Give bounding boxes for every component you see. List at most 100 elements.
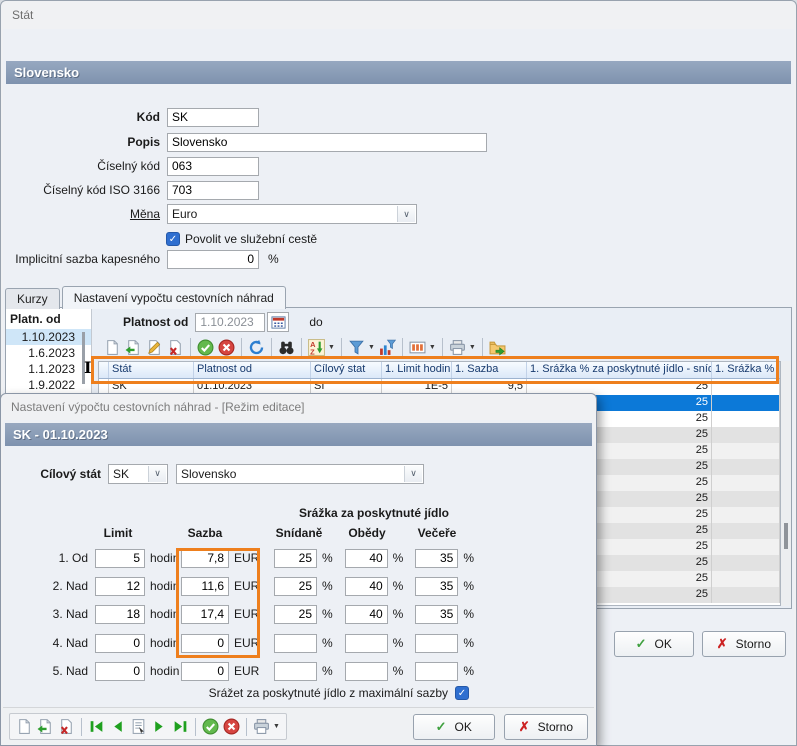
dialog-storno-button[interactable]: ✗Storno xyxy=(504,714,588,740)
sazba-column-header: Sazba xyxy=(179,526,231,540)
tab-kurzy[interactable]: Kurzy xyxy=(5,288,60,309)
vecere-input[interactable] xyxy=(415,577,458,596)
limit-input[interactable] xyxy=(95,662,145,681)
limit-input[interactable] xyxy=(95,577,145,596)
last-record-icon[interactable] xyxy=(170,716,191,737)
table-scrollbar[interactable] xyxy=(781,361,791,606)
snidane-column-header: Snídaně xyxy=(274,526,324,540)
kod-input[interactable] xyxy=(167,108,259,127)
chevron-down-icon[interactable]: ∨ xyxy=(404,466,422,482)
annotation-row-highlight xyxy=(91,356,779,384)
date-item[interactable]: 1.9.2022 xyxy=(6,377,91,393)
snidane-input[interactable] xyxy=(274,605,317,624)
print-icon[interactable] xyxy=(447,337,468,358)
sazba-input[interactable] xyxy=(181,662,229,681)
confirm-icon[interactable] xyxy=(195,337,216,358)
search-icon[interactable] xyxy=(276,337,297,358)
srazka-section-header: Srážka za poskytnuté jídlo xyxy=(276,506,472,520)
srazet-checkbox[interactable]: ✓ xyxy=(455,686,469,700)
filter-dropdown-icon[interactable]: ▼ xyxy=(368,344,375,351)
dialog-bottom-bar: ▼ ✓OK ✗Storno xyxy=(3,707,594,745)
pct-label: % xyxy=(463,607,474,621)
copy-record-icon[interactable] xyxy=(35,716,56,737)
cancel-icon[interactable] xyxy=(221,716,242,737)
dialog-buttons: ✓OK ✗Storno xyxy=(413,714,588,740)
povolit-checkbox[interactable]: ✓ xyxy=(166,232,180,246)
pct-label: % xyxy=(463,636,474,650)
refresh-icon[interactable] xyxy=(246,337,267,358)
date-item[interactable]: 1.1.2023 xyxy=(6,361,91,377)
export-icon[interactable] xyxy=(487,337,508,358)
columns-dropdown-icon[interactable]: ▼ xyxy=(429,344,436,351)
check-icon: ✓ xyxy=(436,719,447,735)
sort-az-icon[interactable]: AZ xyxy=(306,337,327,358)
table-scrollbar-thumb[interactable] xyxy=(784,523,788,549)
delete-record-icon[interactable] xyxy=(165,337,186,358)
previous-record-icon[interactable] xyxy=(107,716,128,737)
popis-input[interactable] xyxy=(167,133,487,152)
window-title: Stát xyxy=(1,1,796,29)
tab-nastaveni-nahrad[interactable]: Nastavení vypočtu cestovních náhrad xyxy=(62,286,286,309)
ok-button-label: OK xyxy=(655,637,672,651)
limit-input[interactable] xyxy=(95,605,145,624)
sort-dropdown-icon[interactable]: ▼ xyxy=(328,344,335,351)
print-dropdown-icon[interactable]: ▼ xyxy=(273,723,280,730)
snidane-input[interactable] xyxy=(274,577,317,596)
chevron-down-icon[interactable]: ∨ xyxy=(397,206,415,222)
dialog-body: SK - 01.10.2023 Cílový stát SK ∨ Slovens… xyxy=(3,420,594,745)
filter-icon[interactable] xyxy=(346,337,367,358)
vecere-input[interactable] xyxy=(415,634,458,653)
edit-record-icon[interactable] xyxy=(144,337,165,358)
snidane-input[interactable] xyxy=(274,634,317,653)
implicitni-input[interactable] xyxy=(167,250,259,269)
vecere-input[interactable] xyxy=(415,549,458,568)
obedy-input[interactable] xyxy=(345,577,388,596)
limit-input[interactable] xyxy=(95,634,145,653)
date-item[interactable]: 1.6.2023 xyxy=(6,345,91,361)
platnost-od-input[interactable] xyxy=(195,313,265,332)
ciselny-kod-input[interactable] xyxy=(167,157,259,176)
obedy-input[interactable] xyxy=(345,605,388,624)
record-header: Slovensko xyxy=(6,61,791,84)
obedy-input[interactable] xyxy=(345,634,388,653)
new-record-icon[interactable] xyxy=(14,716,35,737)
copy-record-icon[interactable] xyxy=(123,337,144,358)
pct-label: % xyxy=(393,551,404,565)
new-record-icon[interactable] xyxy=(102,337,123,358)
obedy-input[interactable] xyxy=(345,549,388,568)
snidane-input[interactable] xyxy=(274,662,317,681)
cilovy-stat-code-select[interactable]: SK ∨ xyxy=(108,464,168,484)
columns-icon[interactable] xyxy=(407,337,428,358)
confirm-icon[interactable] xyxy=(200,716,221,737)
form-row-mena: Měna Euro ∨ xyxy=(3,204,417,224)
form-row-kod: Kód xyxy=(3,107,259,127)
chevron-down-icon[interactable]: ∨ xyxy=(148,466,166,482)
vecere-input[interactable] xyxy=(415,662,458,681)
popis-label: Popis xyxy=(3,135,160,149)
record-list-icon[interactable] xyxy=(128,716,149,737)
snidane-input[interactable] xyxy=(274,549,317,568)
tab-bar: Kurzy Nastavení vypočtu cestovních náhra… xyxy=(5,286,286,309)
delete-record-icon[interactable] xyxy=(56,716,77,737)
obedy-input[interactable] xyxy=(345,662,388,681)
filter-graph-icon[interactable] xyxy=(377,337,398,358)
cancel-icon[interactable] xyxy=(216,337,237,358)
dialog-ok-button[interactable]: ✓OK xyxy=(413,714,495,740)
text-cursor: I xyxy=(84,358,91,377)
date-item-selected[interactable]: 1.10.2023 xyxy=(6,329,91,345)
vecere-input[interactable] xyxy=(415,605,458,624)
limit-input[interactable] xyxy=(95,549,145,568)
cilovy-stat-name-select[interactable]: Slovensko ∨ xyxy=(176,464,424,484)
first-record-icon[interactable] xyxy=(86,716,107,737)
mena-label: Měna xyxy=(3,207,160,221)
iso-input[interactable] xyxy=(167,181,259,200)
print-dropdown-icon[interactable]: ▼ xyxy=(469,344,476,351)
next-record-icon[interactable] xyxy=(149,716,170,737)
mena-select[interactable]: Euro ∨ xyxy=(167,204,417,224)
obedy-column-header: Obědy xyxy=(342,526,392,540)
calendar-icon[interactable] xyxy=(267,312,289,332)
storno-button[interactable]: ✗Storno xyxy=(702,631,786,657)
hodin-label: hodin xyxy=(150,664,181,678)
ok-button[interactable]: ✓OK xyxy=(614,631,694,657)
print-icon[interactable] xyxy=(251,716,272,737)
